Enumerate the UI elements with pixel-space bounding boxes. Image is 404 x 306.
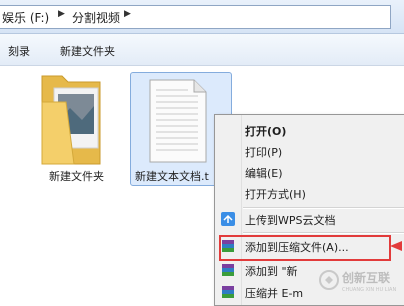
breadcrumb[interactable]: 娱乐 (F:) ▶ 分割视频 ▶ [0, 5, 391, 29]
menu-item-edit[interactable]: 编辑(E) [245, 165, 283, 181]
watermark-logo: 创新互联 CHUANG XIN HU LIAN [318, 268, 404, 297]
pointer-arrow-icon [390, 241, 402, 251]
chevron-right-icon[interactable]: ▶ [124, 9, 131, 19]
menu-item-upload-wps[interactable]: 上传到WPS云文档 [245, 212, 336, 228]
winrar-archive-icon [222, 286, 234, 298]
menu-item-print[interactable]: 打印(P) [245, 144, 282, 160]
svg-text:CHUANG XIN HU LIAN: CHUANG XIN HU LIAN [342, 287, 396, 293]
winrar-archive-icon [222, 264, 234, 276]
breadcrumb-drive[interactable]: 娱乐 (F:) [2, 9, 49, 26]
menu-item-add-to-named-archive[interactable]: 添加到 "新 [245, 263, 298, 279]
chevron-right-icon[interactable]: ▶ [58, 9, 65, 19]
toolbar: 刻录 新建文件夹 [0, 34, 404, 66]
highlight-box [219, 235, 391, 261]
menu-separator [243, 207, 404, 209]
address-bar: 娱乐 (F:) ▶ 分割视频 ▶ [0, 0, 404, 34]
breadcrumb-folder[interactable]: 分割视频 [72, 9, 120, 26]
text-document-icon [149, 79, 207, 163]
folder-icon [41, 75, 101, 165]
new-folder-button[interactable]: 新建文件夹 [60, 43, 115, 59]
file-label: 新建文件夹 [49, 170, 104, 183]
burn-button[interactable]: 刻录 [8, 43, 30, 59]
menu-item-open[interactable]: 打开(O) [245, 123, 286, 139]
menu-separator [243, 232, 404, 234]
cloud-upload-icon [221, 212, 235, 226]
menu-item-open-with[interactable]: 打开方式(H) [245, 186, 306, 202]
file-label: 新建文本文档.t [135, 170, 209, 183]
svg-text:创新互联: 创新互联 [341, 270, 390, 285]
